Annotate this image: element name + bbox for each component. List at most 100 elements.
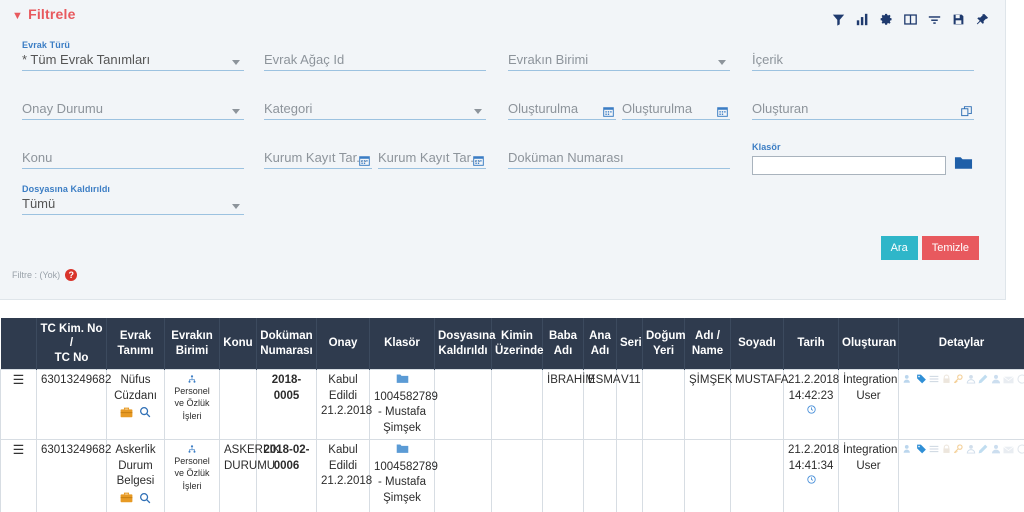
document-link[interactable]: Askerlik Durum Belgesi bbox=[111, 443, 160, 490]
envelope-icon[interactable] bbox=[1003, 444, 1014, 460]
person-add-icon[interactable] bbox=[903, 444, 913, 460]
folder-icon[interactable] bbox=[374, 443, 430, 460]
chevron-down-icon[interactable] bbox=[232, 60, 240, 65]
col-header-onay[interactable]: Onay bbox=[316, 318, 370, 370]
filter-lines-icon[interactable] bbox=[928, 13, 941, 26]
col-header-soyad[interactable]: Soyadı bbox=[730, 318, 784, 370]
cell-detaylar[interactable] bbox=[898, 369, 1024, 441]
col-header-baba[interactable]: Baba Adı bbox=[542, 318, 584, 370]
gear-icon[interactable] bbox=[880, 13, 893, 26]
person-icon[interactable] bbox=[966, 444, 976, 460]
hamburger-icon[interactable]: ☰ bbox=[11, 443, 26, 456]
field-dokuman-numarasi[interactable]: Doküman Numarası bbox=[508, 150, 730, 169]
user-filled-icon[interactable] bbox=[991, 444, 1001, 460]
field-dosyasina-kaldirildi-value: Tümü bbox=[22, 196, 56, 211]
field-olusturulma-baslangic[interactable]: Oluşturulma bbox=[508, 101, 616, 120]
key-icon[interactable] bbox=[953, 444, 963, 460]
field-onay-durumu[interactable]: Onay Durumu bbox=[22, 101, 244, 120]
col-header-detaylar[interactable]: Detaylar bbox=[898, 318, 1024, 370]
tag-icon[interactable] bbox=[916, 374, 927, 390]
document-link[interactable]: Nüfus Cüzdanı bbox=[111, 373, 160, 404]
field-icerik[interactable]: İçerik bbox=[752, 52, 974, 71]
save-icon[interactable] bbox=[952, 13, 965, 26]
field-kurum-kayit-baslangic[interactable]: Kurum Kayıt Tar... bbox=[264, 150, 372, 169]
circle-icon[interactable] bbox=[1016, 374, 1024, 390]
col-header-kimin[interactable]: Kimin Üzerinde bbox=[491, 318, 544, 370]
col-header-ana[interactable]: Ana Adı bbox=[583, 318, 617, 370]
pen-icon[interactable] bbox=[978, 374, 988, 390]
col-header-olusturan[interactable]: Oluşturan bbox=[838, 318, 899, 370]
folder-icon[interactable] bbox=[374, 373, 430, 390]
list-icon[interactable] bbox=[929, 374, 939, 390]
pin-icon[interactable] bbox=[976, 13, 989, 26]
col-header-evrak[interactable]: Evrak Tanımı bbox=[106, 318, 165, 370]
briefcase-icon[interactable] bbox=[120, 407, 133, 424]
help-icon[interactable]: ? bbox=[65, 269, 78, 281]
key-icon[interactable] bbox=[953, 374, 963, 390]
cell-birim[interactable]: Personel ve Özlük İşleri bbox=[164, 369, 220, 441]
external-window-icon[interactable] bbox=[961, 106, 972, 117]
field-evrak-agac-id[interactable]: Evrak Ağaç Id bbox=[264, 52, 486, 71]
row-menu-button[interactable]: ☰ bbox=[0, 439, 37, 512]
calendar-icon[interactable] bbox=[603, 106, 614, 117]
col-header-birim[interactable]: Evrakın Birimi bbox=[164, 318, 220, 370]
klasor-input[interactable] bbox=[752, 156, 946, 175]
col-header-dogum[interactable]: Doğum Yeri bbox=[642, 318, 686, 370]
columns-icon[interactable] bbox=[904, 13, 917, 26]
field-konu[interactable]: Konu bbox=[22, 150, 244, 169]
calendar-icon[interactable] bbox=[473, 155, 484, 166]
col-header-dokno[interactable]: Doküman Numarası bbox=[256, 318, 317, 370]
tag-icon[interactable] bbox=[916, 444, 927, 460]
col-header-seri[interactable]: Seri bbox=[616, 318, 643, 370]
hamburger-icon[interactable]: ☰ bbox=[11, 373, 26, 386]
chevron-down-icon[interactable] bbox=[718, 60, 726, 65]
chevron-down-icon[interactable] bbox=[474, 109, 482, 114]
field-olusturulma-bitis[interactable]: Oluşturulma bbox=[622, 101, 730, 120]
col-header-tc[interactable]: TC Kim. No / TC No bbox=[36, 318, 107, 370]
search-icon[interactable] bbox=[139, 406, 151, 424]
field-evrak-turu-value: * Tüm Evrak Tanımları bbox=[22, 52, 151, 67]
field-evrakin-birimi[interactable]: Evrakın Birimi bbox=[508, 52, 730, 71]
col-header-tarih[interactable]: Tarih bbox=[783, 318, 839, 370]
cell-detaylar[interactable] bbox=[898, 439, 1024, 512]
pen-icon[interactable] bbox=[978, 444, 988, 460]
cell-birim[interactable]: Personel ve Özlük İşleri bbox=[164, 439, 220, 512]
field-dosyasina-kaldirildi-label: Dosyasına Kaldırıldı bbox=[22, 184, 111, 194]
person-icon[interactable] bbox=[966, 374, 976, 390]
search-button[interactable]: Ara bbox=[880, 236, 918, 260]
filter-icon[interactable] bbox=[832, 13, 845, 26]
field-kategori[interactable]: Kategori bbox=[264, 101, 486, 120]
field-kurum-kayit-bitis-value: Kurum Kayıt Tar... bbox=[378, 150, 482, 165]
lock-icon[interactable] bbox=[942, 444, 951, 460]
person-add-icon[interactable] bbox=[903, 374, 913, 390]
cell-tarih: 21.2.2018 14:42:23 bbox=[783, 369, 839, 441]
field-olusturan[interactable]: Oluşturan bbox=[752, 101, 974, 120]
field-klasor[interactable]: Klasör bbox=[752, 142, 982, 175]
chevron-down-icon[interactable] bbox=[232, 109, 240, 114]
folder-icon[interactable] bbox=[954, 155, 973, 174]
chevron-down-icon[interactable] bbox=[232, 204, 240, 209]
field-kurum-kayit-bitis[interactable]: Kurum Kayıt Tar... bbox=[378, 150, 486, 169]
user-filled-icon[interactable] bbox=[991, 374, 1001, 390]
calendar-icon[interactable] bbox=[717, 106, 728, 117]
table-row[interactable]: ☰ 63013249682 Askerlik Durum Belgesi Perso… bbox=[0, 439, 1024, 512]
row-menu-button[interactable]: ☰ bbox=[0, 369, 37, 441]
calendar-icon[interactable] bbox=[359, 155, 370, 166]
field-evrak-turu[interactable]: Evrak Türü * Tüm Evrak Tanımları bbox=[22, 40, 244, 71]
envelope-icon[interactable] bbox=[1003, 374, 1014, 390]
circle-icon[interactable] bbox=[1016, 444, 1024, 460]
bar-chart-icon[interactable] bbox=[856, 13, 869, 26]
cell-evrak: Askerlik Durum Belgesi bbox=[106, 439, 165, 512]
col-header-dosya[interactable]: Dosyasına Kaldırıldı bbox=[434, 318, 496, 370]
col-header-ad[interactable]: Adı / Name bbox=[684, 318, 731, 370]
clear-button[interactable]: Temizle bbox=[921, 236, 979, 260]
table-row[interactable]: ☰ 63013249682 Nüfus Cüzdanı Personel ve Öz… bbox=[0, 369, 1024, 441]
col-header-menu[interactable] bbox=[0, 318, 37, 370]
field-dosyasina-kaldirildi[interactable]: Dosyasına Kaldırıldı Tümü bbox=[22, 184, 244, 215]
col-header-konu[interactable]: Konu bbox=[219, 318, 257, 370]
list-icon[interactable] bbox=[929, 444, 939, 460]
search-icon[interactable] bbox=[139, 492, 151, 510]
briefcase-icon[interactable] bbox=[120, 492, 133, 509]
lock-icon[interactable] bbox=[942, 374, 951, 390]
col-header-klasor[interactable]: Klasör bbox=[369, 318, 435, 370]
